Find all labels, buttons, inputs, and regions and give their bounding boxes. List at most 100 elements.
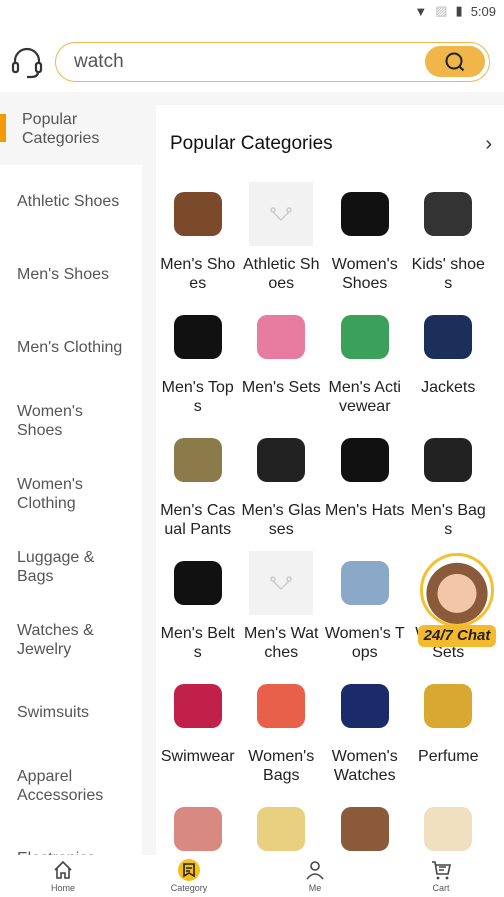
category-label: Women's Tops [324, 625, 405, 661]
home-icon [54, 860, 72, 879]
category-item[interactable]: Men's Sets [240, 305, 324, 416]
bottom-nav: Home Category Me Cart [0, 855, 504, 897]
chevron-right-icon[interactable]: › [485, 133, 492, 156]
category-item[interactable]: Women's Tops [323, 551, 407, 662]
nav-category[interactable]: Category [126, 855, 252, 897]
status-time: 5:09 [470, 3, 496, 19]
category-image [333, 428, 397, 492]
category-image [333, 797, 397, 855]
category-item[interactable]: Men's Hats [323, 428, 407, 539]
sidebar-item[interactable]: Men's Shoes [0, 238, 142, 311]
category-label: Men's Activewear [328, 379, 401, 415]
category-label: Men's Hats [324, 502, 405, 519]
nav-label: Cart [432, 883, 450, 893]
sidebar-item-label: Popular Categories [22, 110, 100, 147]
category-item[interactable]: Men's Shoes [156, 182, 240, 293]
agent-avatar [420, 553, 494, 627]
category-image [416, 797, 480, 855]
category-item[interactable]: Men's Casual Pants [156, 428, 240, 539]
sidebar-item[interactable]: Luggage & Bags [0, 530, 142, 603]
category-image [249, 305, 313, 369]
category-label: Men's Watches [244, 625, 319, 661]
header: watch [0, 22, 504, 92]
category-panel: Popular Categories › Men's Shoes Athletic… [156, 105, 504, 855]
category-label: Men's Glasses [241, 502, 322, 538]
category-item[interactable] [240, 797, 324, 855]
category-label: Women's Bags [248, 748, 315, 784]
category-item[interactable]: Women's Shoes [323, 182, 407, 293]
category-image [166, 551, 230, 615]
category-label: Men's Casual Pants [160, 502, 236, 538]
chat-label: 24/7 Chat [418, 625, 496, 647]
category-label: Swimwear [160, 748, 235, 765]
person-icon [306, 861, 324, 880]
search-button[interactable] [425, 46, 485, 77]
category-item[interactable]: Kids' shoes [407, 182, 491, 293]
sidebar-item[interactable]: Electronics [0, 822, 142, 855]
search-input[interactable]: watch [55, 42, 490, 82]
sidebar-item[interactable]: Women's Shoes [0, 384, 142, 457]
category-item[interactable]: Women's Bags [240, 674, 324, 785]
section-title: Popular Categories [170, 133, 333, 154]
category-item[interactable] [407, 797, 491, 855]
nav-me[interactable]: Me [252, 855, 378, 897]
category-label: Men's Sets [241, 379, 321, 396]
sidebar-item-label: Swimsuits [17, 704, 90, 721]
category-label: Athletic Shoes [243, 256, 320, 292]
category-item[interactable]: Women's Watches [323, 674, 407, 785]
nav-home[interactable]: Home [0, 855, 126, 897]
headset-icon[interactable] [10, 46, 44, 80]
category-image [333, 674, 397, 738]
category-grid: Men's Shoes Athletic Shoes Women's Shoes Ki… [156, 182, 504, 855]
category-image [416, 182, 480, 246]
category-image [416, 428, 480, 492]
sidebar-item[interactable]: Swimsuits [0, 676, 142, 749]
category-image [333, 551, 397, 615]
category-image [333, 182, 397, 246]
sidebar-item[interactable]: Men's Clothing [0, 311, 142, 384]
category-label: Men's Tops [161, 379, 234, 415]
placeholder-icon [270, 576, 292, 591]
nav-label: Category [170, 883, 208, 893]
category-image [166, 797, 230, 855]
category-label: Perfume [418, 748, 479, 765]
sidebar-item-label: Watches & Jewelry [17, 621, 94, 658]
category-image [249, 428, 313, 492]
category-image [416, 674, 480, 738]
category-item[interactable]: Swimwear [156, 674, 240, 785]
sidebar-item-label: Apparel Accessories [17, 767, 104, 804]
category-label: Jackets [421, 379, 476, 396]
category-image [166, 674, 230, 738]
sidebar-item[interactable]: Watches & Jewelry [0, 603, 142, 676]
category-item[interactable]: Men's Watches [240, 551, 324, 662]
category-item[interactable]: Jackets [407, 305, 491, 416]
category-label: Men's Bags [410, 502, 486, 538]
category-item[interactable]: Men's Tops [156, 305, 240, 416]
category-item[interactable]: Men's Belts [156, 551, 240, 662]
sidebar-item[interactable]: Women's Clothing [0, 457, 142, 530]
category-image [333, 305, 397, 369]
category-image [416, 305, 480, 369]
chat-button[interactable]: 24/7 Chat [418, 553, 496, 650]
sidebar: Popular Categories Athletic Shoes Men's Sh… [0, 92, 142, 855]
sidebar-item-label: Men's Clothing [17, 339, 123, 356]
sidebar-item-label: Women's Shoes [17, 402, 83, 439]
placeholder-icon [270, 207, 292, 222]
category-label: Women's Watches [331, 748, 398, 784]
category-label: Kids' shoes [411, 256, 485, 292]
category-item[interactable]: Men's Activewear [323, 305, 407, 416]
category-item[interactable] [156, 797, 240, 855]
category-item[interactable]: Athletic Shoes [240, 182, 324, 293]
category-label: Men's Shoes [160, 256, 236, 292]
category-label: Men's Belts [160, 625, 235, 661]
sidebar-item[interactable]: Apparel Accessories [0, 749, 142, 822]
sidebar-item[interactable]: Popular Categories [0, 92, 142, 165]
sidebar-item[interactable]: Athletic Shoes [0, 165, 142, 238]
sidebar-item-label: Athletic Shoes [17, 193, 120, 210]
nav-cart[interactable]: Cart [378, 855, 504, 897]
category-item[interactable]: Perfume [407, 674, 491, 785]
category-item[interactable] [323, 797, 407, 855]
battery-icon: ▮ [455, 3, 463, 18]
category-item[interactable]: Men's Bags [407, 428, 491, 539]
category-item[interactable]: Men's Glasses [240, 428, 324, 539]
